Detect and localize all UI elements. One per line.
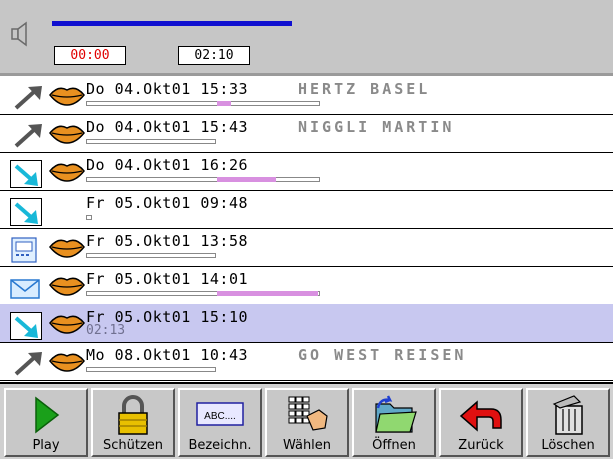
rename-button-label: Bezeichn. [188, 438, 252, 453]
message-datetime: Do 04.Okt01 15:33 [86, 80, 249, 98]
rename-button[interactable]: ABC.... Bezeichn. [178, 388, 262, 457]
message-level-bar [86, 215, 92, 220]
message-datetime: Do 04.Okt01 15:43 [86, 118, 249, 136]
incoming-arrow-icon [10, 160, 42, 188]
message-duration: 02:13 [86, 323, 126, 338]
trash-can-icon [552, 395, 583, 435]
list-item[interactable]: Fr 05.Okt01 14:01 [0, 266, 613, 305]
toolbar: Play Schützen ABC.... Bezeichn. Wählen Ö… [0, 382, 613, 459]
play-icon [35, 396, 60, 434]
list-item[interactable]: Fr 05.Okt01 13:58 [0, 228, 613, 267]
lips-icon [49, 239, 85, 258]
label-field-icon-text: ABC.... [204, 411, 236, 422]
lips-icon [49, 277, 85, 296]
open-button-label: Öffnen [372, 438, 416, 453]
message-level-bar [86, 253, 216, 258]
play-button[interactable]: Play [4, 388, 88, 457]
incoming-arrow-icon [10, 312, 42, 340]
incoming-arrow-icon [10, 198, 42, 226]
message-caller-name: NIGGLI MARTIN [298, 118, 455, 136]
list-item[interactable]: Fr 05.Okt01 15:10 02:13 [0, 304, 613, 343]
protect-button[interactable]: Schützen [91, 388, 175, 457]
back-arrow-icon [459, 400, 502, 432]
lips-icon [49, 163, 85, 182]
message-caller-name: GO WEST REISEN [298, 346, 467, 364]
dial-button-label: Wählen [282, 438, 332, 453]
message-datetime: Do 04.Okt01 16:26 [86, 156, 249, 174]
protect-button-label: Schützen [102, 438, 164, 453]
message-datetime: Fr 05.Okt01 14:01 [86, 270, 249, 288]
padlock-icon [118, 395, 148, 435]
label-field-icon: ABC.... [196, 402, 244, 426]
open-folder-icon [375, 395, 417, 433]
lips-icon [49, 315, 85, 334]
open-button[interactable]: Öffnen [352, 388, 436, 457]
outgoing-arrow-icon [10, 84, 46, 112]
play-button-label: Play [32, 438, 60, 453]
message-level-bar [86, 291, 320, 296]
keypad-hand-icon [288, 396, 328, 431]
fax-icon [11, 237, 37, 263]
message-datetime: Mo 08.Okt01 10:43 [86, 346, 249, 364]
playback-progress-bar[interactable] [52, 21, 292, 26]
dial-button[interactable]: Wählen [265, 388, 349, 457]
message-datetime: Fr 05.Okt01 13:58 [86, 232, 249, 250]
list-item[interactable]: Mo 08.Okt01 10:43 GO WEST REISEN [0, 342, 613, 381]
message-level-bar [86, 177, 320, 182]
message-datetime: Fr 05.Okt01 09:48 [86, 194, 249, 212]
list-item[interactable]: Do 04.Okt01 16:26 [0, 152, 613, 191]
list-item[interactable]: Do 04.Okt01 15:33 HERTZ BASEL [0, 76, 613, 115]
back-button[interactable]: Zurück [439, 388, 523, 457]
delete-button-label: Löschen [541, 438, 595, 453]
row-divider [0, 380, 613, 381]
player-panel: 00:00 02:10 [0, 0, 613, 73]
lips-icon [49, 125, 85, 144]
speaker-icon[interactable] [10, 20, 32, 48]
message-level-fill [217, 177, 276, 182]
outgoing-arrow-icon [10, 350, 46, 378]
total-time-display: 02:10 [178, 46, 250, 65]
back-button-label: Zurück [458, 438, 504, 453]
delete-button[interactable]: Löschen [526, 388, 610, 457]
envelope-icon [10, 279, 40, 299]
lips-icon [49, 87, 85, 106]
message-caller-name: HERTZ BASEL [298, 80, 431, 98]
message-level-fill [217, 291, 318, 296]
lips-icon [49, 353, 85, 372]
outgoing-arrow-icon [10, 122, 46, 150]
list-item[interactable]: Fr 05.Okt01 09:48 [0, 190, 613, 229]
message-level-fill [217, 101, 231, 106]
current-time-display: 00:00 [54, 46, 126, 65]
message-list[interactable]: Do 04.Okt01 15:33 HERTZ BASEL Do 04.Okt01 … [0, 76, 613, 382]
message-level-bar [86, 367, 216, 372]
message-level-bar [86, 139, 216, 144]
message-level-bar [86, 101, 320, 106]
list-item[interactable]: Do 04.Okt01 15:43 NIGGLI MARTIN [0, 114, 613, 153]
